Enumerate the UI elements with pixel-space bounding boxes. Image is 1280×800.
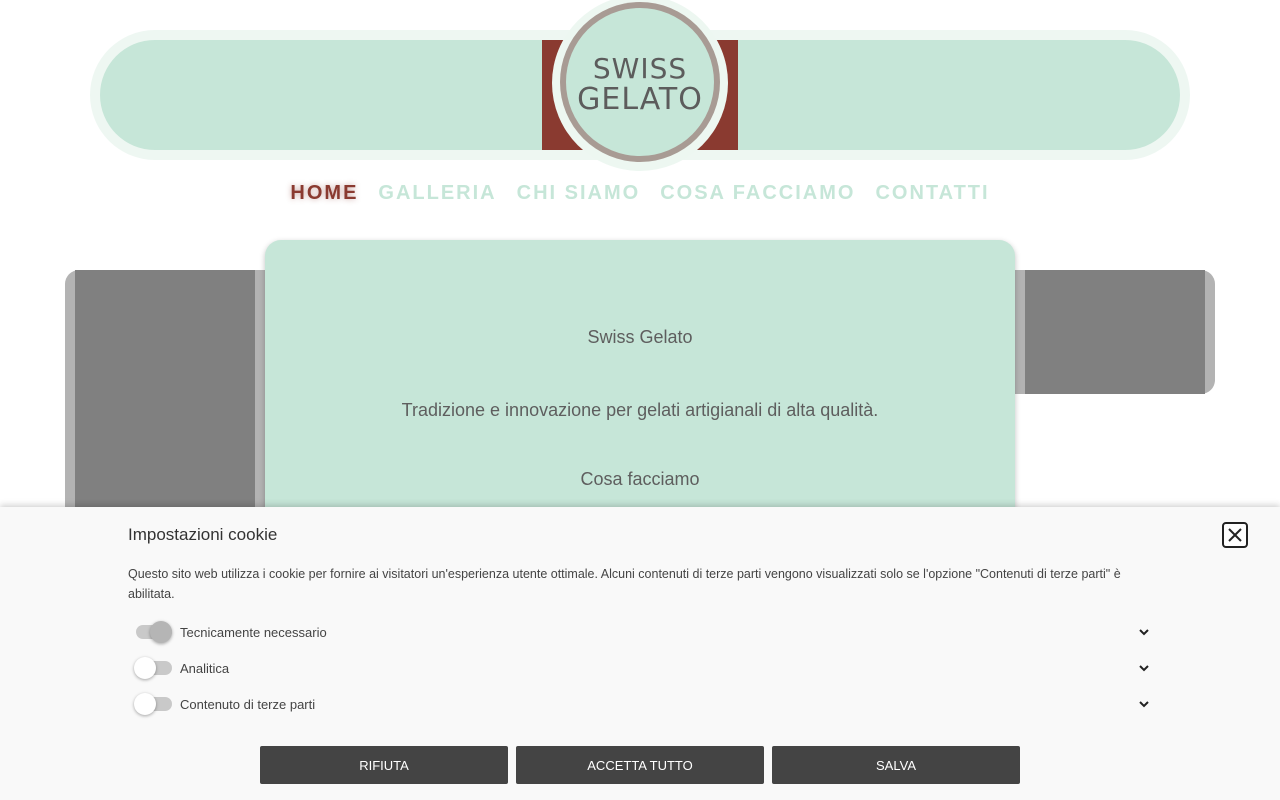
nav-chi-siamo[interactable]: CHI SIAMO xyxy=(517,182,641,205)
toggle-necessary[interactable] xyxy=(136,621,172,643)
toggle-knob xyxy=(150,621,172,643)
cookie-option-label: Contenuto di terze parti xyxy=(180,696,316,712)
logo[interactable]: SWISS GELATO xyxy=(566,8,714,156)
content-tagline: Tradizione e innovazione per gelati arti… xyxy=(401,400,879,420)
slide-right-image xyxy=(1025,270,1205,394)
reject-button[interactable]: RIFIUTA xyxy=(260,746,508,784)
content-section-heading: Cosa facciamo xyxy=(580,469,700,489)
content-title: Swiss Gelato xyxy=(587,327,693,347)
cookie-title: Impostazioni cookie xyxy=(128,525,278,544)
close-button[interactable] xyxy=(1222,522,1248,548)
toggle-analytics[interactable] xyxy=(134,657,172,679)
nav-cosa-facciamo[interactable]: COSA FACCIAMO xyxy=(660,182,855,205)
accept-all-button[interactable]: ACCETTA TUTTO xyxy=(516,746,764,784)
toggle-knob xyxy=(134,657,156,679)
cookie-option-label: Analitica xyxy=(180,660,230,676)
nav-contatti[interactable]: CONTATTI xyxy=(875,182,989,205)
cookie-description: Questo sito web utilizza i cookie per fo… xyxy=(128,567,1121,601)
content-card: Swiss Gelato Tradizione e innovazione pe… xyxy=(265,240,1015,540)
cookie-panel: Impostazioni cookie Questo sito web util… xyxy=(0,507,1280,800)
logo-line-2: GELATO xyxy=(577,82,703,117)
logo-line-1: SWISS xyxy=(592,52,688,85)
chevron-down-icon[interactable] xyxy=(1136,696,1152,712)
slide-left-image xyxy=(75,270,255,510)
nav-home[interactable]: HOME xyxy=(290,182,358,205)
save-button[interactable]: SALVA xyxy=(772,746,1020,784)
toggle-third-party[interactable] xyxy=(134,693,172,715)
cookie-option-label: Tecnicamente necessario xyxy=(180,624,327,640)
close-icon xyxy=(1228,528,1242,542)
cookie-option-third-party: Contenuto di terze parti xyxy=(134,693,1152,715)
toggle-knob xyxy=(134,693,156,715)
nav-galleria[interactable]: GALLERIA xyxy=(378,182,496,205)
cookie-option-analytics: Analitica xyxy=(134,657,1152,679)
chevron-down-icon[interactable] xyxy=(1136,660,1152,676)
main-nav: HOME GALLERIA CHI SIAMO COSA FACCIAMO CO… xyxy=(0,182,1280,205)
cookie-option-necessary: Tecnicamente necessario xyxy=(136,621,1152,643)
chevron-down-icon[interactable] xyxy=(1136,624,1152,640)
